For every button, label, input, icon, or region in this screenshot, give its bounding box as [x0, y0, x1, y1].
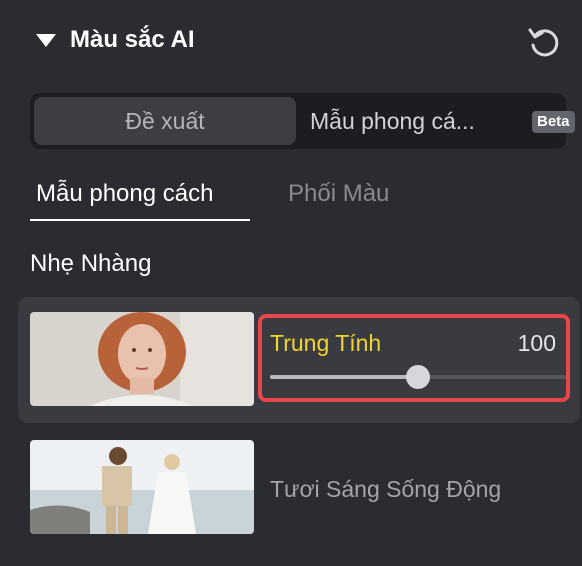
style-item-label-neutral: Trung Tính [270, 330, 382, 356]
section-title: Nhẹ Nhàng [30, 250, 152, 277]
beta-badge: Beta [532, 111, 575, 133]
reset-icon[interactable] [526, 24, 562, 60]
segment-style-templates[interactable]: Mẫu phong cá... Beta [308, 97, 575, 145]
tab-style-templates[interactable]: Mẫu phong cách [36, 178, 213, 210]
segment-style-templates-label: Mẫu phong cá... [310, 108, 475, 134]
tab-active-underline [30, 219, 250, 221]
segment-suggested[interactable]: Đề xuất [34, 97, 296, 145]
slider-handle[interactable] [406, 365, 430, 389]
caret-down-icon[interactable] [36, 34, 56, 47]
intensity-slider[interactable] [270, 363, 566, 391]
panel-header[interactable]: Màu sắc AI [36, 22, 562, 62]
style-thumbnail-portrait[interactable] [30, 312, 254, 406]
mode-segmented-control: Đề xuất Mẫu phong cá... Beta [30, 93, 575, 149]
tab-color-mix[interactable]: Phối Màu [288, 178, 389, 210]
intensity-value: 100 [517, 330, 556, 356]
slider-fill [270, 375, 418, 379]
style-thumbnail-couple[interactable] [30, 440, 254, 534]
style-item-label-vivid[interactable]: Tươi Sáng Sống Động [270, 476, 501, 503]
panel-title: Màu sắc AI [70, 26, 195, 53]
